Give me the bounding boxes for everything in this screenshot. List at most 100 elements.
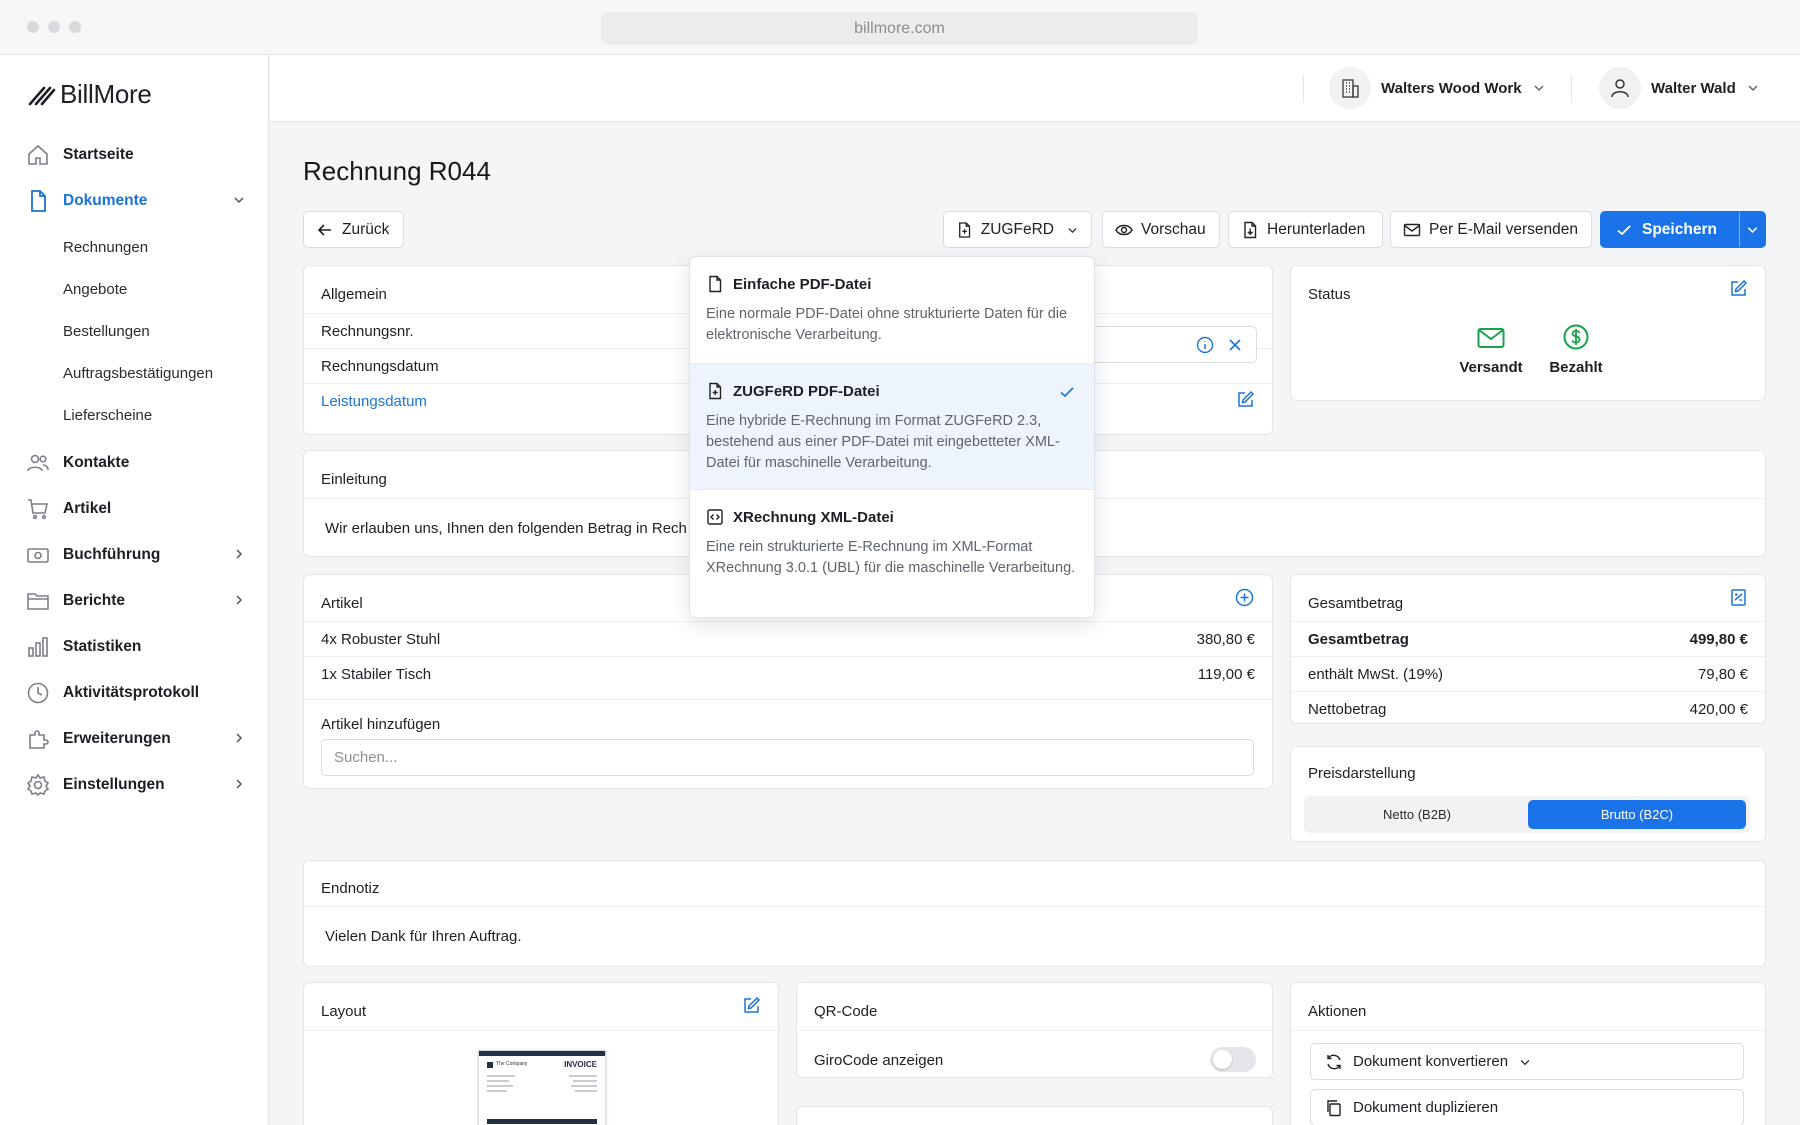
header-divider <box>1571 75 1572 103</box>
chevron-right-icon[interactable] <box>232 547 246 561</box>
status-card: Status Versandt Bezahlt <box>1290 265 1766 401</box>
chevron-down-icon <box>1520 1059 1530 1065</box>
folder-icon <box>26 589 50 613</box>
user-name: Walter Wald <box>1651 79 1736 97</box>
copy-icon <box>1327 1099 1341 1116</box>
sidebar-subitem-auftragsbestaetigungen[interactable]: Auftragsbestätigungen <box>63 365 213 382</box>
sidebar-subitem-bestellungen[interactable]: Bestellungen <box>63 323 150 340</box>
sidebar-item-label: Einstellungen <box>63 776 165 793</box>
sidebar-subitem-lieferscheine[interactable]: Lieferscheine <box>63 407 152 424</box>
layout-thumbnail[interactable]: The Company INVOICE <box>478 1050 606 1125</box>
option-description: Eine hybride E-Rechnung im Format ZUGFeR… <box>706 413 1060 471</box>
sidebar-item-buchfuehrung[interactable]: Buchführung <box>26 540 246 570</box>
save-button[interactable]: Speichern <box>1601 212 1731 247</box>
send-email-button[interactable]: Per E-Mail versenden <box>1390 211 1592 248</box>
file-plus-icon <box>709 382 722 400</box>
clock-icon <box>26 681 50 705</box>
company-switcher[interactable]: Walters Wood Work <box>1329 67 1546 109</box>
sidebar-item-label: Artikel <box>63 500 112 517</box>
sidebar-item-label: Aktivitätsprotokoll <box>63 684 200 701</box>
format-dropdown-button[interactable]: ZUGFeRD <box>943 211 1092 248</box>
format-option-xrechnung[interactable]: XRechnung XML-Datei Eine rein strukturie… <box>690 490 1094 617</box>
total-label: Gesamtbetrag <box>1308 631 1409 648</box>
service-date-link[interactable]: Leistungsdatum <box>321 393 427 410</box>
format-option-zugferd[interactable]: ZUGFeRD PDF-Datei Eine hybride E-Rechnun… <box>690 363 1094 490</box>
sidebar-item-label: Berichte <box>63 592 126 609</box>
sidebar-item-artikel[interactable]: Artikel <box>26 494 246 524</box>
layout-title: Layout <box>321 1003 367 1020</box>
sidebar-item-label: Kontakte <box>63 454 130 471</box>
actions-title: Aktionen <box>1308 1003 1367 1020</box>
intro-text[interactable]: Wir erlauben uns, Ihnen den folgenden Be… <box>325 520 687 537</box>
thumbnail-heading: INVOICE <box>564 1060 597 1069</box>
page-title: Rechnung R044 <box>303 156 491 186</box>
chevron-right-icon[interactable] <box>232 593 246 607</box>
chevron-right-icon[interactable] <box>232 777 246 791</box>
extra-card <box>796 1106 1273 1125</box>
article-search-input[interactable]: Suchen... <box>321 739 1254 776</box>
totals-row: Gesamtbetrag 499,80 € <box>1291 621 1765 656</box>
download-button[interactable]: Herunterladen <box>1228 211 1383 248</box>
arrow-left-icon <box>317 223 331 236</box>
qrcode-card: QR-Code GiroCode anzeigen <box>796 982 1273 1078</box>
invoice-field[interactable] <box>1084 326 1257 363</box>
sidebar-subitem-rechnungen[interactable]: Rechnungen <box>63 239 148 256</box>
chevron-right-icon[interactable] <box>232 731 246 745</box>
edit-icon[interactable] <box>1236 390 1255 409</box>
sidebar: BillMore Startseite Dokumente Rechnungen… <box>0 55 269 1125</box>
endnote-text[interactable]: Vielen Dank für Ihren Auftrag. <box>325 928 522 945</box>
convert-label: Dokument konvertieren <box>1353 1053 1509 1070</box>
add-circle-icon[interactable] <box>1235 588 1254 607</box>
sidebar-item-label: Erweiterungen <box>63 730 171 747</box>
totals-row: Nettobetrag 420,00 € <box>1291 691 1765 726</box>
sidebar-item-aktivitaetsprotokoll[interactable]: Aktivitätsprotokoll <box>26 678 246 708</box>
save-button-group: Speichern <box>1600 211 1766 248</box>
logo[interactable]: BillMore <box>28 79 152 110</box>
window-controls[interactable] <box>27 21 81 33</box>
sidebar-item-startseite[interactable]: Startseite <box>26 140 246 170</box>
sidebar-subitem-angebote[interactable]: Angebote <box>63 281 127 298</box>
save-options-button[interactable] <box>1738 212 1765 247</box>
status-paid-label: Bezahlt <box>1549 359 1603 376</box>
status-paid[interactable]: Bezahlt <box>1536 324 1616 376</box>
user-menu[interactable]: Walter Wald <box>1599 67 1760 109</box>
status-sent[interactable]: Versandt <box>1456 327 1526 376</box>
sidebar-item-dokumente[interactable]: Dokumente <box>26 186 246 216</box>
endnote-title: Endnotiz <box>321 880 380 897</box>
sidebar-item-statistiken[interactable]: Statistiken <box>26 632 246 662</box>
cart-icon <box>26 497 50 521</box>
format-dropdown-menu: Einfache PDF-Datei Eine normale PDF-Date… <box>689 256 1095 618</box>
sidebar-item-einstellungen[interactable]: Einstellungen <box>26 770 246 800</box>
preview-button[interactable]: Vorschau <box>1102 211 1220 248</box>
save-label: Speichern <box>1642 220 1717 238</box>
info-icon[interactable] <box>1196 336 1214 354</box>
sidebar-item-kontakte[interactable]: Kontakte <box>26 448 246 478</box>
add-article-row: Artikel hinzufügen <box>304 699 1272 734</box>
browser-chrome: billmore.com <box>0 0 1800 55</box>
article-name: 1x Stabiler Tisch <box>321 666 432 683</box>
duplicate-document-button[interactable]: Dokument duplizieren <box>1310 1089 1744 1125</box>
totals-row: enthält MwSt. (19%) 79,80 € <box>1291 656 1765 691</box>
back-button[interactable]: Zurück <box>303 211 404 248</box>
sidebar-item-berichte[interactable]: Berichte <box>26 586 246 616</box>
edit-icon[interactable] <box>742 996 761 1015</box>
table-row[interactable]: 1x Stabiler Tisch 119,00 € <box>304 656 1272 691</box>
edit-icon[interactable] <box>1729 279 1748 298</box>
format-option-pdf[interactable]: Einfache PDF-Datei Eine normale PDF-Date… <box>690 257 1094 363</box>
article-price: 380,80 € <box>1196 631 1255 648</box>
thumbnail-company: The Company <box>496 1061 528 1067</box>
sidebar-item-erweiterungen[interactable]: Erweiterungen <box>26 724 246 754</box>
address-bar[interactable]: billmore.com <box>601 12 1198 45</box>
table-row[interactable]: 4x Robuster Stuhl 380,80 € <box>304 621 1272 656</box>
top-header: Walters Wood Work Walter Wald <box>270 55 1800 122</box>
clear-icon[interactable] <box>1226 336 1244 354</box>
qrcode-title: QR-Code <box>814 1003 878 1020</box>
net-label: Nettobetrag <box>1308 701 1387 718</box>
pricing-gross-option[interactable]: Brutto (B2C) <box>1528 800 1746 829</box>
sidebar-item-label: Statistiken <box>63 638 142 655</box>
calculator-icon[interactable] <box>1729 588 1748 607</box>
chevron-down-icon[interactable] <box>232 193 246 207</box>
girocode-toggle[interactable] <box>1210 1047 1256 1072</box>
convert-document-button[interactable]: Dokument konvertieren <box>1310 1043 1744 1080</box>
pricing-net-option[interactable]: Netto (B2B) <box>1308 800 1526 829</box>
